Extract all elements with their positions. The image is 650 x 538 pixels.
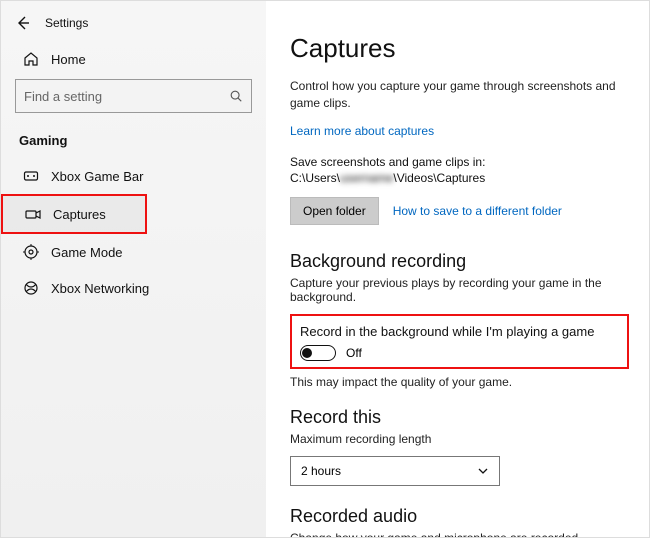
how-to-save-link[interactable]: How to save to a different folder <box>393 204 562 218</box>
back-icon[interactable] <box>15 15 31 31</box>
nav-item-xbox-networking[interactable]: Xbox Networking <box>1 270 266 306</box>
home-label: Home <box>51 52 86 67</box>
max-length-label: Maximum recording length <box>290 432 629 446</box>
page-title: Captures <box>290 33 629 64</box>
toggle-state-text: Off <box>346 346 362 360</box>
background-recording-sub: Capture your previous plays by recording… <box>290 276 629 304</box>
save-path-suffix: \Videos\Captures <box>393 171 485 185</box>
search-icon <box>229 89 243 103</box>
impact-text: This may impact the quality of your game… <box>290 375 629 389</box>
nav-item-label: Game Mode <box>51 245 254 260</box>
nav-list: Xbox Game Bar Captures Game Mode Xbox Ne… <box>1 158 266 306</box>
open-folder-button[interactable]: Open folder <box>290 197 379 225</box>
record-background-toggle[interactable] <box>300 345 336 361</box>
nav-item-label: Captures <box>53 207 106 222</box>
nav-item-captures[interactable]: Captures <box>1 194 147 234</box>
page-description: Control how you capture your game throug… <box>290 78 629 112</box>
nav-item-game-mode[interactable]: Game Mode <box>1 234 266 270</box>
background-record-highlight: Record in the background while I'm playi… <box>290 314 629 369</box>
search-field[interactable] <box>24 89 229 104</box>
nav-item-xbox-game-bar[interactable]: Xbox Game Bar <box>1 158 266 194</box>
gamemode-icon <box>23 244 39 260</box>
home-icon <box>23 51 39 67</box>
nav-item-label: Xbox Game Bar <box>51 169 254 184</box>
main-content: Captures Control how you capture your ga… <box>266 1 649 537</box>
record-background-label: Record in the background while I'm playi… <box>300 324 617 339</box>
recorded-audio-header: Recorded audio <box>290 506 629 527</box>
category-label: Gaming <box>1 127 266 158</box>
save-path-text: Save screenshots and game clips in: C:\U… <box>290 154 629 188</box>
gamebar-icon <box>23 168 39 184</box>
recorded-audio-sub: Change how your game and microphone are … <box>290 531 629 537</box>
record-this-header: Record this <box>290 407 629 428</box>
background-recording-header: Background recording <box>290 251 629 272</box>
nav-home[interactable]: Home <box>1 41 266 79</box>
app-title: Settings <box>45 16 88 30</box>
max-length-value: 2 hours <box>301 464 341 478</box>
max-length-select[interactable]: 2 hours <box>290 456 500 486</box>
networking-icon <box>23 280 39 296</box>
search-input[interactable] <box>15 79 252 113</box>
save-path-user: username <box>340 171 393 185</box>
captures-icon <box>25 206 41 222</box>
learn-more-link[interactable]: Learn more about captures <box>290 124 434 138</box>
sidebar: Settings Home Gaming Xbox Game Bar Captu… <box>1 1 266 537</box>
chevron-down-icon <box>477 465 489 477</box>
nav-item-label: Xbox Networking <box>51 281 254 296</box>
